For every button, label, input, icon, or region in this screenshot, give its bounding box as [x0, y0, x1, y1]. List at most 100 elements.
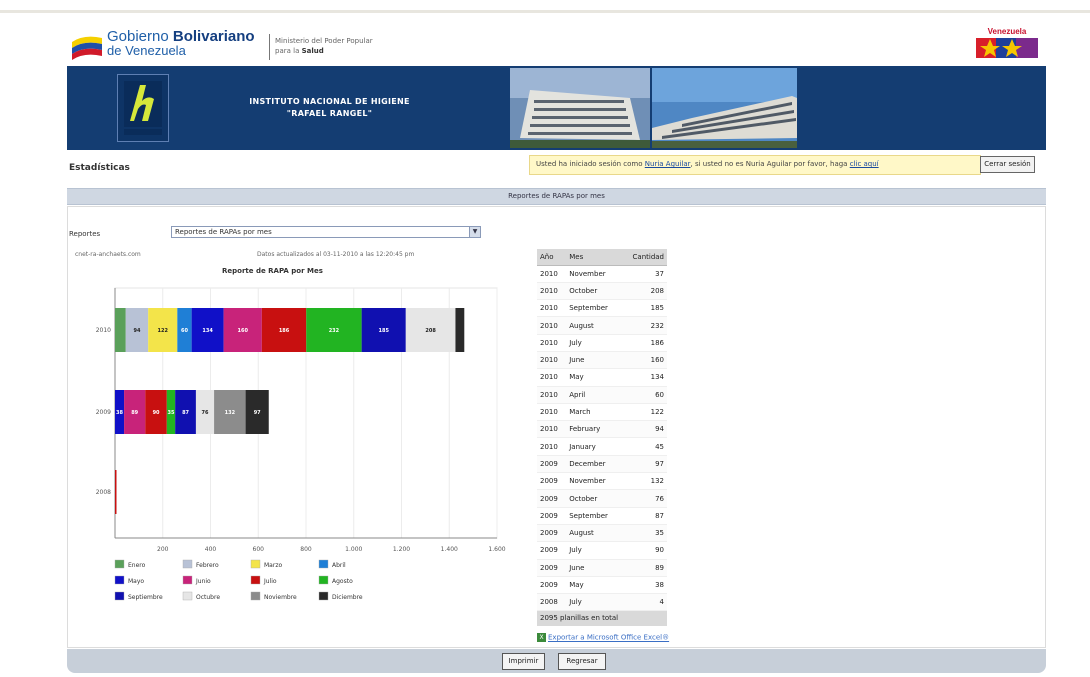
bar-value-label: 89	[131, 410, 138, 416]
legend-label: Julio	[263, 578, 277, 585]
bar-value-label: 134	[202, 328, 213, 334]
month-cell: July	[566, 593, 622, 612]
legend-label: Octubre	[196, 594, 220, 601]
bar-value-label: 185	[378, 328, 389, 334]
y-category-label: 2010	[96, 327, 111, 334]
table-row: 2009 July 90	[537, 541, 667, 560]
quantity-cell: 4	[621, 593, 667, 612]
venezuela-flag-icon	[72, 36, 102, 60]
year-cell: 2010	[537, 437, 567, 456]
gov-title: Gobierno Bolivariano de Venezuela	[107, 28, 255, 58]
x-tick-label: 1.200	[393, 546, 410, 553]
bar-value-label: 97	[254, 410, 261, 416]
year-cell: 2010	[537, 351, 567, 370]
table-row: 2009 October 76	[537, 489, 667, 508]
reports-select[interactable]: Reportes de RAPAs por mes ▼	[171, 226, 481, 238]
table-row: 2009 September 87	[537, 507, 667, 525]
legend-swatch	[182, 559, 193, 569]
session-click-here-link[interactable]: clic aquí	[850, 160, 879, 168]
header-month: Mes	[566, 249, 622, 266]
legend-label: Mayo	[128, 578, 144, 585]
bar-value-label: 94	[133, 328, 140, 334]
year-cell: 2010	[537, 265, 567, 283]
year-cell: 2010	[537, 368, 567, 387]
print-button[interactable]: Imprimir	[502, 653, 545, 670]
year-cell: 2010	[537, 386, 567, 404]
quantity-cell: 89	[621, 559, 667, 577]
year-cell: 2009	[537, 559, 567, 577]
bar-value-label: 122	[158, 328, 169, 334]
month-cell: June	[566, 559, 622, 577]
reports-label: Reportes	[69, 230, 101, 238]
legend-label: Noviembre	[264, 594, 297, 601]
month-cell: August	[566, 316, 622, 335]
quantity-cell: 208	[621, 282, 667, 301]
legend-swatch	[318, 575, 329, 585]
header-year: Año	[537, 249, 567, 266]
chevron-down-icon[interactable]: ▼	[469, 227, 480, 237]
x-tick-label: 1.600	[488, 546, 505, 553]
table-header-row: Año Mes Cantidad	[537, 249, 667, 266]
quantity-cell: 45	[621, 437, 667, 456]
quantity-cell: 186	[621, 334, 667, 352]
month-cell: May	[566, 368, 622, 387]
year-cell: 2010	[537, 282, 567, 301]
table-row: 2010 February 94	[537, 420, 667, 439]
table-row: 2010 January 45	[537, 437, 667, 456]
quantity-cell: 60	[621, 386, 667, 404]
legend-label: Septiembre	[128, 594, 163, 601]
table-row: 2009 June 89	[537, 559, 667, 577]
year-cell: 2009	[537, 472, 567, 491]
month-cell: March	[566, 403, 622, 422]
bar-value-label: 87	[182, 410, 189, 416]
bottom-toolbar: Imprimir Regresar	[67, 649, 1046, 673]
legend-swatch	[318, 559, 329, 569]
session-notice: Usted ha iniciado sesión como Nuria Agui…	[529, 155, 981, 175]
legend-label: Marzo	[264, 562, 282, 569]
export-excel-link[interactable]: X Exportar a Microsoft Office Excel®	[537, 633, 669, 642]
quantity-cell: 38	[621, 576, 667, 595]
x-tick-label: 1.400	[441, 546, 458, 553]
bar-value-label: 186	[279, 328, 290, 334]
legend-swatch	[114, 591, 125, 601]
bar-value-label: 60	[181, 328, 188, 334]
quantity-cell: 132	[621, 472, 667, 491]
header-quantity: Cantidad	[621, 249, 667, 266]
legend-swatch	[182, 575, 193, 585]
month-cell: May	[566, 576, 622, 595]
month-cell: December	[566, 455, 622, 474]
quantity-cell: 97	[621, 455, 667, 474]
legend-label: Febrero	[196, 562, 219, 569]
bar-value-label: 76	[202, 410, 209, 416]
month-cell: January	[566, 437, 622, 456]
gov-header: Gobierno Bolivariano de Venezuela Minist…	[67, 22, 1046, 66]
legend-swatch	[250, 559, 261, 569]
table-row: 2009 August 35	[537, 524, 667, 543]
legend-swatch	[250, 575, 261, 585]
quantity-cell: 35	[621, 524, 667, 543]
month-cell: August	[566, 524, 622, 543]
x-tick-label: 600	[253, 546, 265, 553]
month-cell: July	[566, 334, 622, 352]
year-cell: 2010	[537, 316, 567, 335]
quantity-cell: 37	[621, 265, 667, 283]
year-cell: 2008	[537, 593, 567, 612]
quantity-cell: 134	[621, 368, 667, 387]
legend-label: Agosto	[332, 578, 353, 585]
inh-logo-icon	[117, 74, 169, 142]
month-cell: September	[566, 299, 622, 318]
quantity-cell: 94	[621, 420, 667, 439]
back-button[interactable]: Regresar	[558, 653, 606, 670]
table-total: 2095 planillas en total	[537, 611, 667, 626]
legend-swatch	[182, 591, 193, 601]
breadcrumb: Estadísticas	[69, 163, 130, 173]
y-category-label: 2008	[96, 489, 111, 496]
x-tick-label: 400	[205, 546, 217, 553]
logout-button[interactable]: Cerrar sesión	[980, 156, 1035, 173]
month-cell: February	[566, 420, 622, 439]
year-cell: 2010	[537, 334, 567, 352]
session-user-link[interactable]: Nuria Aguilar	[645, 160, 691, 168]
bar-value-label: 208	[425, 328, 436, 334]
month-cell: June	[566, 351, 622, 370]
legend-swatch	[250, 591, 261, 601]
